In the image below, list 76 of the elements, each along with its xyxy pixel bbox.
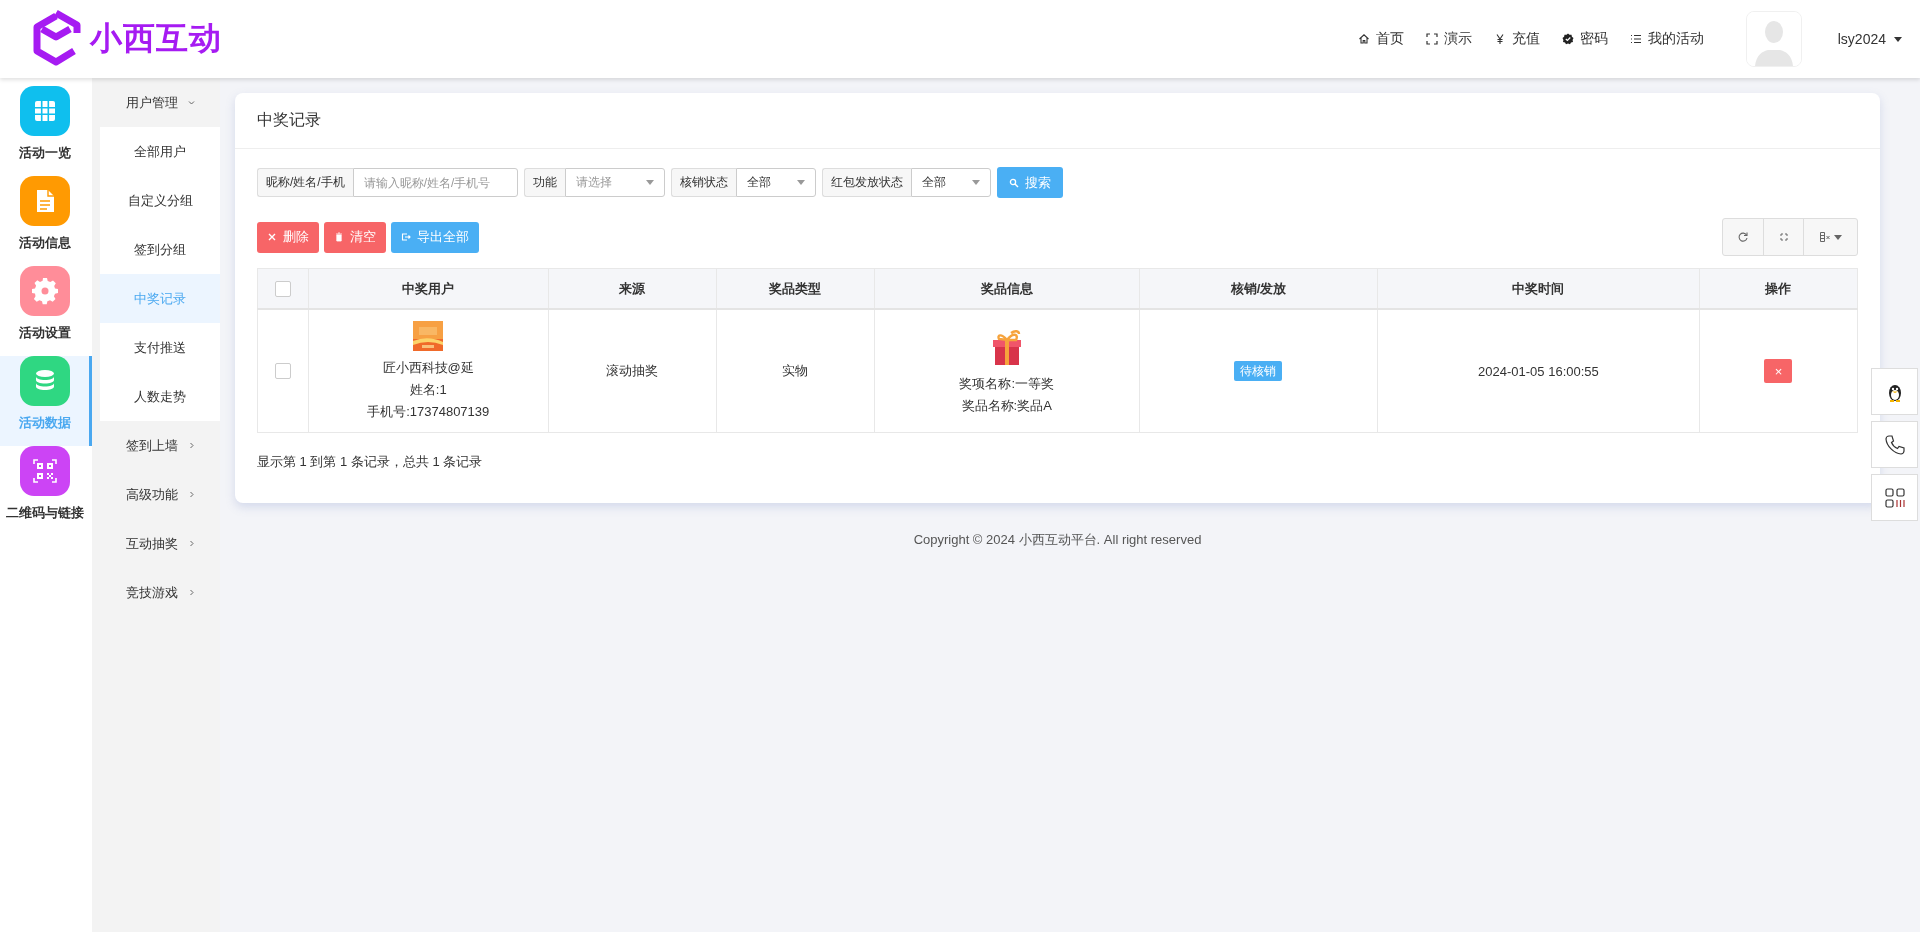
fullscreen-icon	[1777, 231, 1790, 243]
nav-link[interactable]: 演示	[1425, 30, 1472, 48]
caret-icon	[645, 180, 654, 185]
table-cell: 2024-01-05 16:00:55	[1478, 363, 1599, 379]
search-field[interactable]: 请输入昵称/姓名/手机号	[352, 168, 518, 197]
table-cell: 实物	[782, 363, 809, 378]
filter-label: 功能	[523, 168, 565, 197]
status-badge: 待核销	[1234, 360, 1283, 381]
nav-link[interactable]: 我的活动	[1629, 30, 1704, 48]
columns-icon	[1819, 231, 1831, 243]
menu-group[interactable]: 用户管理	[92, 78, 220, 127]
chevron-icon	[187, 540, 195, 547]
card-title: 中奖记录	[257, 110, 321, 130]
trash-icon	[334, 232, 344, 242]
logo-text: 小西互动	[90, 19, 222, 58]
search-icon	[1008, 177, 1019, 188]
menu-item[interactable]: 自定义分组	[100, 176, 220, 225]
apps-icon	[1882, 485, 1907, 510]
filter-label: 昵称/姓名/手机	[257, 168, 353, 197]
avatar-icon[interactable]	[1745, 11, 1802, 67]
column-header: 操作	[1765, 280, 1792, 296]
menu-item[interactable]: 人数走势	[100, 372, 220, 421]
select-all-checkbox[interactable]	[274, 280, 291, 297]
user-menu[interactable]: lsy2024	[1837, 31, 1902, 47]
penguin-button[interactable]	[1871, 368, 1918, 415]
chevron-icon	[187, 99, 195, 106]
nav-link[interactable]: 首页	[1357, 30, 1404, 48]
nav-link[interactable]: 充值	[1493, 30, 1540, 48]
chevron-icon	[187, 589, 195, 596]
column-header: 奖品信息	[980, 280, 1033, 296]
user-nickname: 匠小西科技@延	[382, 359, 474, 377]
export-icon	[401, 232, 411, 242]
caret-icon	[971, 180, 980, 185]
list-icon	[1629, 33, 1642, 45]
menu-item[interactable]: 全部用户	[100, 127, 220, 176]
menu-group[interactable]: 互动抽奖	[92, 519, 220, 568]
column-header: 奖品类型	[769, 280, 822, 296]
prize-level: 奖项名称:一等奖	[959, 375, 1055, 393]
chevron-icon	[187, 491, 195, 498]
phone-icon	[1882, 432, 1907, 457]
chevron-icon	[187, 442, 195, 449]
sidebar-item[interactable]: 二维码与链接	[0, 446, 92, 536]
sidebar-item[interactable]: 活动信息	[0, 176, 92, 266]
fullscreen-icon	[1425, 33, 1438, 45]
verified-badge-icon	[1561, 33, 1574, 45]
apps-button[interactable]	[1871, 474, 1918, 521]
column-header: 来源	[619, 280, 646, 296]
user-phone: 手机号:17374807139	[367, 403, 490, 421]
menu-group[interactable]: 竞技游戏	[92, 568, 220, 617]
pagination-info: 显示第 1 到第 1 条记录，总共 1 条记录	[257, 453, 484, 471]
select-field[interactable]: 全部	[735, 168, 816, 197]
row-checkbox[interactable]	[274, 363, 291, 380]
nav-link[interactable]: 密码	[1561, 30, 1608, 48]
caret-icon	[1834, 234, 1842, 240]
phone-button[interactable]	[1871, 421, 1918, 468]
sidebar-item[interactable]: 活动设置	[0, 266, 92, 356]
table-cell: 滚动抽奖	[606, 363, 659, 378]
filter-label: 核销状态	[670, 168, 736, 197]
caret-icon	[796, 180, 805, 185]
menu-item[interactable]: 支付推送	[100, 323, 220, 372]
home-icon	[1357, 33, 1370, 45]
copyright-text: Copyright © 2024 小西互动平台. All right reserved	[913, 532, 1202, 547]
filter-label: 红包发放状态	[821, 168, 911, 197]
menu-group[interactable]: 高级功能	[92, 470, 220, 519]
menu-group[interactable]: 签到上墙	[92, 421, 220, 470]
column-header: 中奖时间	[1512, 280, 1565, 296]
menu-item[interactable]: 签到分组	[100, 225, 220, 274]
close-icon	[267, 232, 277, 242]
select-field[interactable]: 全部	[910, 168, 991, 197]
refresh-icon	[1737, 231, 1749, 243]
sidebar-item[interactable]: 活动一览	[0, 86, 92, 176]
caret-icon	[1894, 36, 1902, 42]
user-name: 姓名:1	[409, 381, 447, 399]
prize-name: 奖品名称:奖品A	[961, 397, 1052, 415]
column-header: 核销/发放	[1230, 280, 1287, 296]
column-header: 中奖用户	[402, 280, 455, 296]
